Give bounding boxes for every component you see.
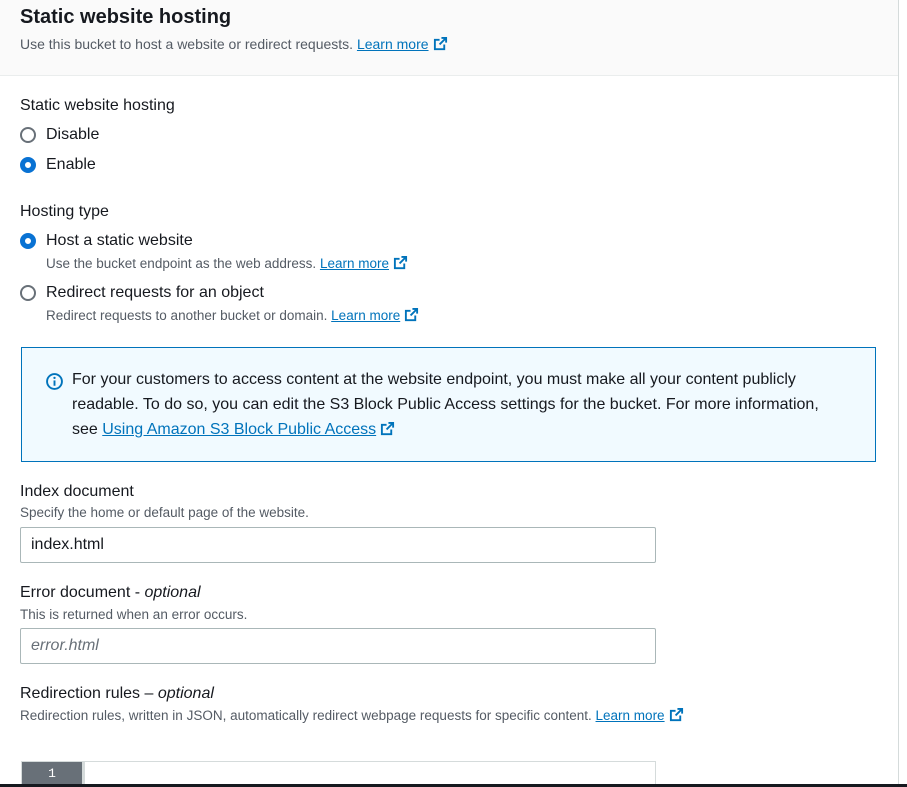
optional-tag: optional [157,685,214,702]
description-text: Redirect requests to another bucket or d… [46,308,328,323]
radio-button[interactable] [20,285,36,301]
redirect-description: Redirect requests to another bucket or d… [46,307,419,323]
index-document-description: Specify the home or default page of the … [20,505,309,520]
radio-label: Host a static website [46,232,193,249]
block-public-access-link[interactable]: Using Amazon S3 Block Public Access [102,421,376,438]
section-header: Static website hosting Use this bucket t… [0,0,898,76]
error-document-label-text: Error document - [20,584,145,601]
index-document-label: Index document [20,483,134,500]
radio-label: Disable [46,126,100,143]
radio-button-checked[interactable] [20,157,36,173]
external-link-icon[interactable] [404,307,419,322]
description-text: Redirection rules, written in JSON, auto… [20,708,592,723]
description-text: Use the bucket endpoint as the web addre… [46,256,317,271]
redirection-learn-more-link[interactable]: Learn more [596,708,665,723]
radio-label: Enable [46,156,96,173]
radio-redirect-requests[interactable]: Redirect requests for an object [20,284,264,302]
optional-tag: optional [144,584,201,601]
external-link-icon[interactable] [669,707,684,722]
external-link-icon[interactable] [380,421,395,436]
header-learn-more-link[interactable]: Learn more [357,36,429,52]
section-title: Static website hosting [20,6,232,28]
radio-enable[interactable]: Enable [20,156,96,174]
section-description-text: Use this bucket to host a website or red… [20,36,354,52]
hosting-type-label: Hosting type [20,203,109,220]
hosting-label: Static website hosting [20,97,175,114]
redirection-rules-label-text: Redirection rules – [20,685,158,702]
error-document-label: Error document - optional [20,584,201,602]
index-document-input[interactable] [20,527,656,563]
host-static-learn-more-link[interactable]: Learn more [320,256,389,271]
external-link-icon[interactable] [433,36,448,51]
error-document-description: This is returned when an error occurs. [20,607,248,622]
host-static-description: Use the bucket endpoint as the web addre… [46,255,408,271]
info-icon [46,373,63,390]
external-link-icon[interactable] [393,255,408,270]
error-document-input[interactable] [20,628,656,664]
radio-host-static-website[interactable]: Host a static website [20,232,193,250]
radio-label: Redirect requests for an object [46,284,264,301]
radio-button[interactable] [20,127,36,143]
info-alert: For your customers to access content at … [21,347,876,462]
radio-button-checked[interactable] [20,233,36,249]
section-description: Use this bucket to host a website or red… [20,36,448,52]
redirection-rules-description: Redirection rules, written in JSON, auto… [20,707,684,723]
redirect-learn-more-link[interactable]: Learn more [331,308,400,323]
redirection-rules-label: Redirection rules – optional [20,685,214,703]
scrollbar-track[interactable] [898,0,899,787]
alert-message: For your customers to access content at … [72,367,842,442]
radio-disable[interactable]: Disable [20,126,99,144]
